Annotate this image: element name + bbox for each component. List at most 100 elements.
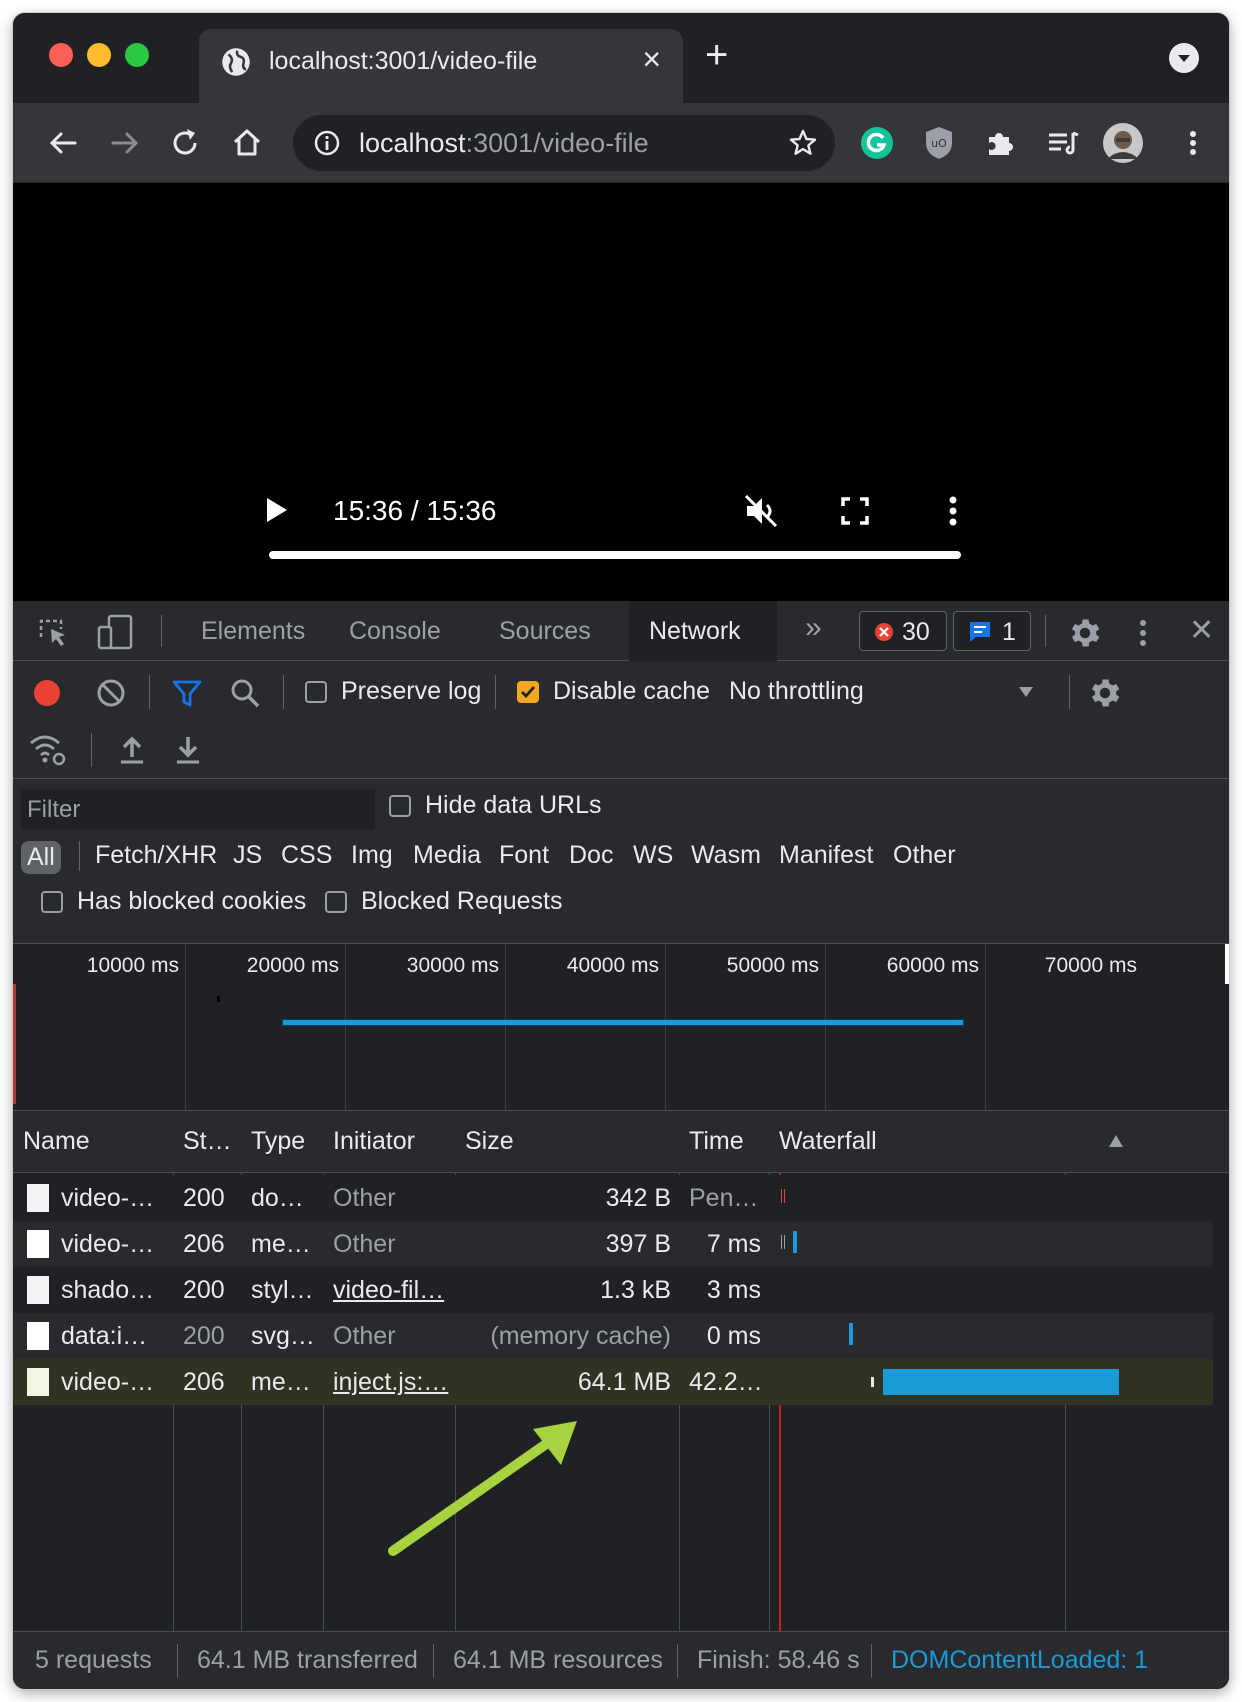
forward-arrow-icon[interactable] xyxy=(103,121,147,165)
filter-media[interactable]: Media xyxy=(413,841,481,870)
row-name: video-… xyxy=(61,1368,155,1396)
tab-sources[interactable]: Sources xyxy=(499,617,591,646)
table-row-highlighted[interactable]: video-… 206 me… inject.js:… 64.1 MB 42.2… xyxy=(13,1359,1213,1405)
muted-speaker-icon[interactable] xyxy=(743,493,779,529)
column-status[interactable]: St… xyxy=(183,1127,232,1156)
has-blocked-cookies-label[interactable]: Has blocked cookies xyxy=(77,887,306,916)
ublock-shield-icon[interactable]: uO xyxy=(917,121,961,165)
row-name: video-… xyxy=(61,1230,155,1258)
errors-count: 30 xyxy=(902,618,930,646)
back-arrow-icon[interactable] xyxy=(41,121,85,165)
messages-badge[interactable]: 1 xyxy=(953,611,1031,651)
hide-data-urls-checkbox[interactable] xyxy=(389,795,411,817)
throttling-select[interactable]: No throttling xyxy=(729,677,864,706)
column-size[interactable]: Size xyxy=(465,1127,514,1156)
table-row[interactable]: data:i… 200 svg… Other (memory cache) 0 … xyxy=(13,1313,1213,1359)
sort-up-icon[interactable] xyxy=(1107,1133,1125,1149)
overview-handle[interactable] xyxy=(1225,944,1229,984)
record-icon[interactable] xyxy=(31,677,63,709)
zoom-window-button[interactable] xyxy=(125,43,149,67)
filter-font[interactable]: Font xyxy=(499,841,549,870)
bookmark-star-icon[interactable] xyxy=(787,127,819,159)
row-time: Pen… xyxy=(689,1184,759,1212)
close-window-button[interactable] xyxy=(49,43,73,67)
minimize-window-button[interactable] xyxy=(87,43,111,67)
transferred-size: 64.1 MB transferred xyxy=(197,1646,418,1674)
settings-gear-icon[interactable] xyxy=(1067,615,1103,651)
filter-manifest[interactable]: Manifest xyxy=(779,841,873,870)
filter-other[interactable]: Other xyxy=(893,841,956,870)
reload-icon[interactable] xyxy=(163,121,207,165)
profile-avatar[interactable] xyxy=(1101,121,1145,165)
network-overview[interactable]: 10000 ms 20000 ms 30000 ms 40000 ms 5000… xyxy=(13,943,1229,1112)
row-initiator-link[interactable]: inject.js:… xyxy=(333,1368,448,1397)
column-type[interactable]: Type xyxy=(251,1127,305,1156)
extensions-puzzle-icon[interactable] xyxy=(979,121,1023,165)
hide-data-urls-label[interactable]: Hide data URLs xyxy=(425,791,601,820)
table-row[interactable]: video-… 200 do… Other 342 B Pen… xyxy=(13,1175,1213,1221)
tab-search-button[interactable] xyxy=(1169,43,1199,73)
fullscreen-icon[interactable] xyxy=(839,495,871,527)
blocked-requests-checkbox[interactable] xyxy=(325,891,347,913)
play-icon[interactable] xyxy=(261,495,291,525)
errors-badge[interactable]: 30 xyxy=(859,611,947,651)
row-status: 200 xyxy=(183,1276,225,1304)
filter-img[interactable]: Img xyxy=(351,841,393,870)
more-tabs-button[interactable]: » xyxy=(805,611,822,645)
column-time[interactable]: Time xyxy=(689,1127,744,1156)
blocked-requests-label[interactable]: Blocked Requests xyxy=(361,887,563,916)
import-har-icon[interactable] xyxy=(117,733,147,765)
browser-tab[interactable]: localhost:3001/video-file × xyxy=(199,29,683,103)
filter-fetch-xhr[interactable]: Fetch/XHR xyxy=(95,841,217,870)
network-settings-gear-icon[interactable] xyxy=(1087,675,1123,711)
filter-input[interactable]: Filter xyxy=(21,789,375,829)
device-toolbar-icon[interactable] xyxy=(95,613,135,651)
inspect-element-icon[interactable] xyxy=(35,615,71,651)
filter-all[interactable]: All xyxy=(21,841,61,874)
tab-network[interactable]: Network xyxy=(649,617,741,646)
row-initiator-link[interactable]: video-fil… xyxy=(333,1276,444,1305)
filter-wasm[interactable]: Wasm xyxy=(691,841,761,870)
tab-close-icon[interactable]: × xyxy=(642,43,661,75)
filter-doc[interactable]: Doc xyxy=(569,841,613,870)
tick-gridline xyxy=(665,944,666,1112)
filter-css[interactable]: CSS xyxy=(281,841,332,870)
video-progress-bar[interactable] xyxy=(269,551,961,559)
dropdown-arrow-icon[interactable] xyxy=(1017,685,1035,699)
url-text[interactable]: localhost:3001/video-file xyxy=(359,128,649,159)
disable-cache-checkbox[interactable] xyxy=(517,681,539,703)
home-icon[interactable] xyxy=(225,121,269,165)
has-blocked-cookies-checkbox[interactable] xyxy=(41,891,63,913)
chevron-down-icon xyxy=(1178,55,1190,62)
disable-cache-label[interactable]: Disable cache xyxy=(553,677,710,706)
address-bar[interactable]: localhost:3001/video-file xyxy=(293,115,835,171)
column-name[interactable]: Name xyxy=(23,1127,90,1156)
table-row[interactable]: video-… 206 me… Other 397 B 7 ms xyxy=(13,1221,1213,1267)
preserve-log-checkbox[interactable] xyxy=(305,681,327,703)
clear-icon[interactable] xyxy=(95,677,127,709)
network-conditions-icon[interactable] xyxy=(27,731,67,767)
search-icon[interactable] xyxy=(229,677,261,709)
dom-content-loaded: DOMContentLoaded: 1 xyxy=(891,1646,1149,1674)
filter-ws[interactable]: WS xyxy=(633,841,673,870)
close-devtools-icon[interactable]: ✕ xyxy=(1189,613,1214,648)
preserve-log-label[interactable]: Preserve log xyxy=(341,677,481,706)
new-tab-button[interactable]: + xyxy=(705,35,728,75)
filter-funnel-icon[interactable] xyxy=(171,677,203,709)
media-controls-icon[interactable] xyxy=(1041,121,1085,165)
export-har-icon[interactable] xyxy=(173,733,203,765)
resources-size: 64.1 MB resources xyxy=(453,1646,663,1674)
column-initiator[interactable]: Initiator xyxy=(333,1127,415,1156)
more-vertical-icon[interactable] xyxy=(1171,121,1215,165)
tab-console[interactable]: Console xyxy=(349,617,441,646)
tick-label: 70000 ms xyxy=(1044,954,1137,977)
devtools-more-icon[interactable] xyxy=(1131,615,1155,651)
tab-elements[interactable]: Elements xyxy=(201,617,305,646)
table-row[interactable]: shado… 200 styl… video-fil… 1.3 kB 3 ms xyxy=(13,1267,1213,1313)
grammarly-icon[interactable] xyxy=(855,121,899,165)
info-icon[interactable] xyxy=(313,129,341,157)
video-more-icon[interactable] xyxy=(935,493,971,529)
video-player[interactable]: 15:36 / 15:36 xyxy=(13,183,1229,601)
column-waterfall[interactable]: Waterfall xyxy=(779,1127,877,1156)
filter-js[interactable]: JS xyxy=(233,841,262,870)
